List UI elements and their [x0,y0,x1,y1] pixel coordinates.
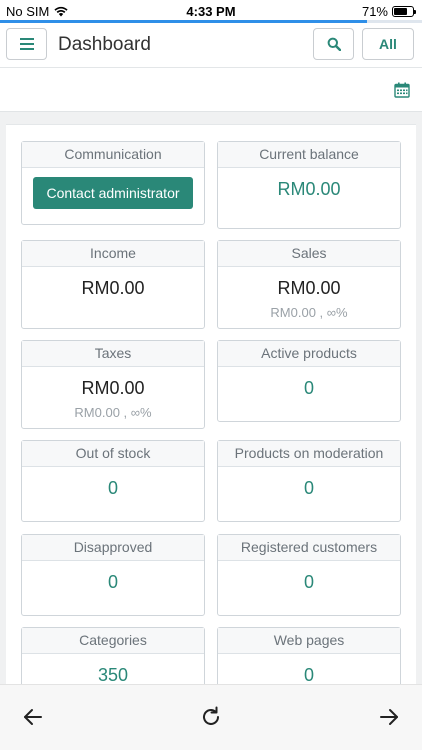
card-out-of-stock[interactable]: Out of stock 0 [21,440,205,522]
card-title: Sales [218,241,400,267]
card-title: Out of stock [22,441,204,467]
card-title: Categories [22,628,204,654]
card-value: 350 [97,665,129,685]
card-taxes: Taxes RM0.00 RM0.00 , ∞% [21,340,205,429]
card-value: RM0.00 [277,278,341,298]
page-title: Dashboard [58,34,151,55]
card-value: 0 [107,572,118,592]
dashboard-panel: Communication Contact administrator Curr… [6,124,416,724]
card-value: RM0.00 [81,278,145,298]
hamburger-menu-icon [19,38,34,50]
card-active-products[interactable]: Active products 0 [217,340,401,422]
card-disapproved[interactable]: Disapproved 0 [21,534,205,616]
top-header: Dashboard All [0,23,422,68]
card-title: Income [22,241,204,267]
card-title: Active products [218,341,400,367]
card-title: Products on moderation [218,441,400,467]
all-filter-button[interactable]: All [362,28,414,60]
arrow-left-icon[interactable] [21,705,45,729]
menu-button[interactable] [6,28,47,60]
card-products-on-moderation[interactable]: Products on moderation 0 [217,440,401,522]
card-communication: Communication Contact administrator [21,141,205,225]
card-value: 0 [303,478,314,498]
card-value: 0 [107,478,118,498]
card-title: Communication [22,142,204,168]
card-title: Taxes [22,341,204,367]
card-value: 0 [303,572,314,592]
status-bar: No SIM 4:33 PM 71% [0,0,422,22]
contact-administrator-button[interactable]: Contact administrator [33,177,193,209]
reload-icon[interactable] [199,705,223,729]
card-value: 0 [303,665,314,685]
arrow-right-icon[interactable] [377,705,401,729]
card-value: 0 [303,378,314,398]
battery-status: 71% [361,4,416,19]
card-sales: Sales RM0.00 RM0.00 , ∞% [217,240,401,329]
card-title: Disapproved [22,535,204,561]
sub-toolbar [0,68,422,112]
card-registered-customers[interactable]: Registered customers 0 [217,534,401,616]
card-value: RM0.00 [81,378,145,398]
battery-icon [392,6,416,17]
card-title: Current balance [218,142,400,168]
card-current-balance[interactable]: Current balance RM0.00 [217,141,401,229]
clock: 4:33 PM [186,4,236,19]
card-value: RM0.00 [277,179,341,199]
card-title: Web pages [218,628,400,654]
card-subvalue: RM0.00 , ∞% [74,405,152,420]
battery-percent: 71% [361,4,388,19]
card-subvalue: RM0.00 , ∞% [270,305,348,320]
search-button[interactable] [313,28,354,60]
bottom-navigation [0,684,422,750]
calendar-icon[interactable] [394,82,410,98]
card-income: Income RM0.00 [21,240,205,329]
search-icon [327,37,341,51]
card-title: Registered customers [218,535,400,561]
